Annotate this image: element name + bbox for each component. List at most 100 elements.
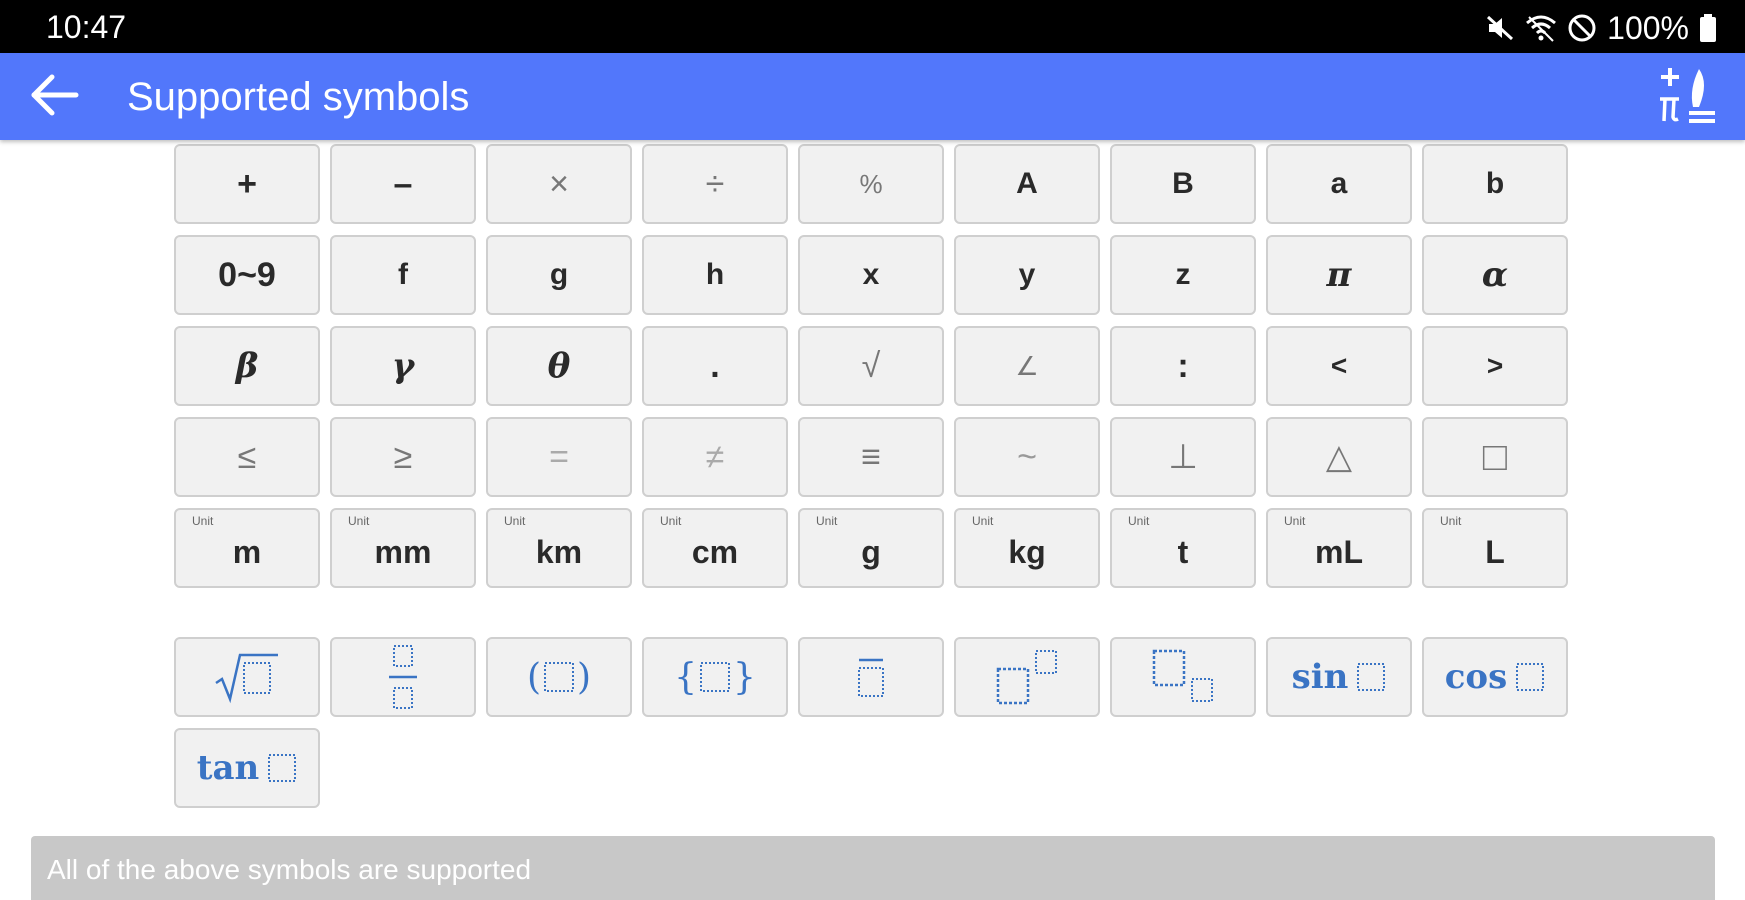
key-theta[interactable]: θ (486, 326, 632, 406)
cos-template-icon: cos (1445, 657, 1546, 697)
unit-key-ml[interactable]: Unit mL (1266, 508, 1412, 588)
key-percent[interactable]: % (798, 144, 944, 224)
tan-template-icon: tan (197, 748, 297, 788)
supported-message-bar: All of the above symbols are supported (31, 836, 1715, 900)
key-colon[interactable]: : (1110, 326, 1256, 406)
paren-close: ) (577, 656, 592, 698)
template-key-sqrt[interactable] (174, 637, 320, 717)
unit-value: L (1485, 533, 1505, 570)
key-multiply[interactable]: × (486, 144, 632, 224)
key-perpendicular[interactable]: ⊥ (1110, 417, 1256, 497)
key-less-equal[interactable]: ≤ (174, 417, 320, 497)
unit-value: km (535, 533, 583, 570)
math-symbols-button[interactable] (1651, 61, 1723, 133)
template-key-braces[interactable]: { } (642, 637, 788, 717)
unit-value: cm (691, 533, 739, 570)
unit-value: t (1177, 533, 1189, 570)
key-z[interactable]: z (1110, 235, 1256, 315)
key-g[interactable]: g (486, 235, 632, 315)
key-beta[interactable]: β (174, 326, 320, 406)
unit-key-m[interactable]: Unit m (174, 508, 320, 588)
key-square[interactable]: □ (1422, 417, 1568, 497)
key-not-equal[interactable]: ≠ (642, 417, 788, 497)
template-key-overline[interactable] (798, 637, 944, 717)
unit-key-t[interactable]: Unit t (1110, 508, 1256, 588)
unit-key-l[interactable]: Unit L (1422, 508, 1568, 588)
unit-key-cm[interactable]: Unit cm (642, 508, 788, 588)
template-key-parentheses[interactable]: ( ) (486, 637, 632, 717)
tan-label: tan (196, 748, 260, 788)
key-dot[interactable]: . (642, 326, 788, 406)
template-key-tan[interactable]: tan (174, 728, 320, 808)
unit-tag: Unit (348, 514, 370, 528)
sin-template-icon: sin (1292, 657, 1387, 697)
unit-key-kg[interactable]: Unit kg (954, 508, 1100, 588)
unit-value: mm (374, 533, 432, 570)
template-key-cos[interactable]: cos (1422, 637, 1568, 717)
sqrt-template-icon (212, 649, 282, 705)
template-key-superscript[interactable] (954, 637, 1100, 717)
back-button[interactable] (22, 67, 86, 127)
math-symbols-icon (1655, 63, 1719, 132)
unit-key-km[interactable]: Unit km (486, 508, 632, 588)
sin-label: sin (1291, 657, 1349, 697)
key-lower-a[interactable]: a (1266, 144, 1412, 224)
wifi-icon (1525, 13, 1557, 43)
key-h[interactable]: h (642, 235, 788, 315)
key-angle[interactable]: ∠ (954, 326, 1100, 406)
do-not-disturb-icon (1567, 13, 1597, 43)
key-f[interactable]: f (330, 235, 476, 315)
brace-close: } (733, 656, 756, 698)
key-sqrt[interactable]: √ (798, 326, 944, 406)
page-title: Supported symbols (127, 75, 470, 119)
key-tilde[interactable]: ~ (954, 417, 1100, 497)
key-equals[interactable]: = (486, 417, 632, 497)
unit-tag: Unit (504, 514, 526, 528)
key-lower-b[interactable]: b (1422, 144, 1568, 224)
unit-value: kg (1008, 533, 1046, 570)
key-digits[interactable]: 0~9 (174, 235, 320, 315)
key-identical[interactable]: ≡ (798, 417, 944, 497)
template-key-sin[interactable]: sin (1266, 637, 1412, 717)
key-x[interactable]: x (798, 235, 944, 315)
unit-value: m (232, 533, 262, 570)
key-alpha[interactable]: α (1422, 235, 1568, 315)
unit-tag: Unit (660, 514, 682, 528)
brace-open: { (674, 656, 697, 698)
parentheses-template-icon: ( ) (527, 657, 591, 698)
unit-tag: Unit (816, 514, 838, 528)
key-greater-than[interactable]: > (1422, 326, 1568, 406)
unit-tag: Unit (1284, 514, 1306, 528)
key-less-than[interactable]: < (1266, 326, 1412, 406)
fraction-template-icon (383, 642, 423, 712)
key-pi[interactable]: π (1266, 235, 1412, 315)
cos-label: cos (1444, 657, 1508, 697)
key-minus[interactable]: – (330, 144, 476, 224)
app-bar: Supported symbols (0, 53, 1745, 140)
arrow-left-icon (28, 73, 80, 122)
key-greater-equal[interactable]: ≥ (330, 417, 476, 497)
braces-template-icon: { } (674, 657, 756, 698)
mute-icon (1485, 13, 1515, 43)
status-icons: 100% (1485, 8, 1717, 48)
overline-template-icon (853, 652, 889, 702)
unit-tag: Unit (972, 514, 994, 528)
supported-message: All of the above symbols are supported (47, 854, 532, 885)
template-key-fraction[interactable] (330, 637, 476, 717)
key-gamma[interactable]: γ (330, 326, 476, 406)
unit-key-mm[interactable]: Unit mm (330, 508, 476, 588)
key-y[interactable]: y (954, 235, 1100, 315)
unit-tag: Unit (192, 514, 214, 528)
status-time: 10:47 (46, 9, 127, 45)
unit-tag: Unit (1128, 514, 1150, 528)
subscript-template-icon (1148, 647, 1218, 707)
key-divide[interactable]: ÷ (642, 144, 788, 224)
key-upper-a[interactable]: A (954, 144, 1100, 224)
key-upper-b[interactable]: B (1110, 144, 1256, 224)
unit-value: mL (1315, 533, 1363, 570)
status-bar: 10:47 100% (0, 0, 1745, 53)
key-plus[interactable]: + (174, 144, 320, 224)
unit-key-g[interactable]: Unit g (798, 508, 944, 588)
key-triangle[interactable]: △ (1266, 417, 1412, 497)
template-key-subscript[interactable] (1110, 637, 1256, 717)
